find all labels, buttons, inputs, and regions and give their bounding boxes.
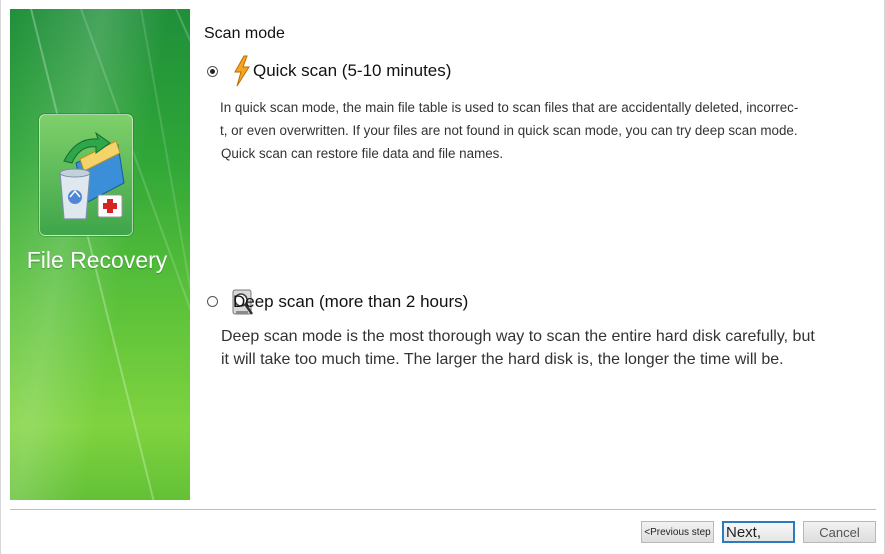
side-banner: File Recovery: [10, 9, 190, 500]
deep-scan-radio[interactable]: [207, 296, 218, 307]
quick-scan-description: In quick scan mode, the main file table …: [220, 96, 850, 165]
next-button[interactable]: Next,: [722, 521, 795, 543]
section-title: Scan mode: [204, 25, 285, 42]
description-line: Quick scan can restore file data and fil…: [221, 146, 504, 161]
footer-divider: [10, 509, 876, 510]
file-recovery-wizard-window: File Recovery Scan mode Quick scan (5-10…: [0, 0, 885, 554]
description-line: Deep scan mode is the most thorough way …: [221, 328, 815, 345]
banner-title: File Recovery: [26, 247, 168, 273]
description-line: it will take too much time. The larger t…: [221, 351, 784, 368]
quick-scan-label[interactable]: Quick scan (5-10 minutes): [253, 61, 451, 81]
deep-scan-description: Deep scan mode is the most thorough way …: [221, 325, 871, 371]
radio-selected-dot: [210, 69, 215, 74]
quick-scan-radio[interactable]: [207, 66, 218, 77]
lightning-bolt-icon: [232, 55, 252, 92]
deep-scan-label[interactable]: Deep scan (more than 2 hours): [233, 292, 468, 312]
description-line: In quick scan mode, the main file table …: [220, 100, 799, 115]
previous-step-button[interactable]: <Previous step: [641, 521, 714, 543]
cancel-button[interactable]: Cancel: [803, 521, 876, 543]
file-recovery-icon: [39, 114, 133, 236]
description-line: t, or even overwritten. If your files ar…: [220, 123, 798, 138]
